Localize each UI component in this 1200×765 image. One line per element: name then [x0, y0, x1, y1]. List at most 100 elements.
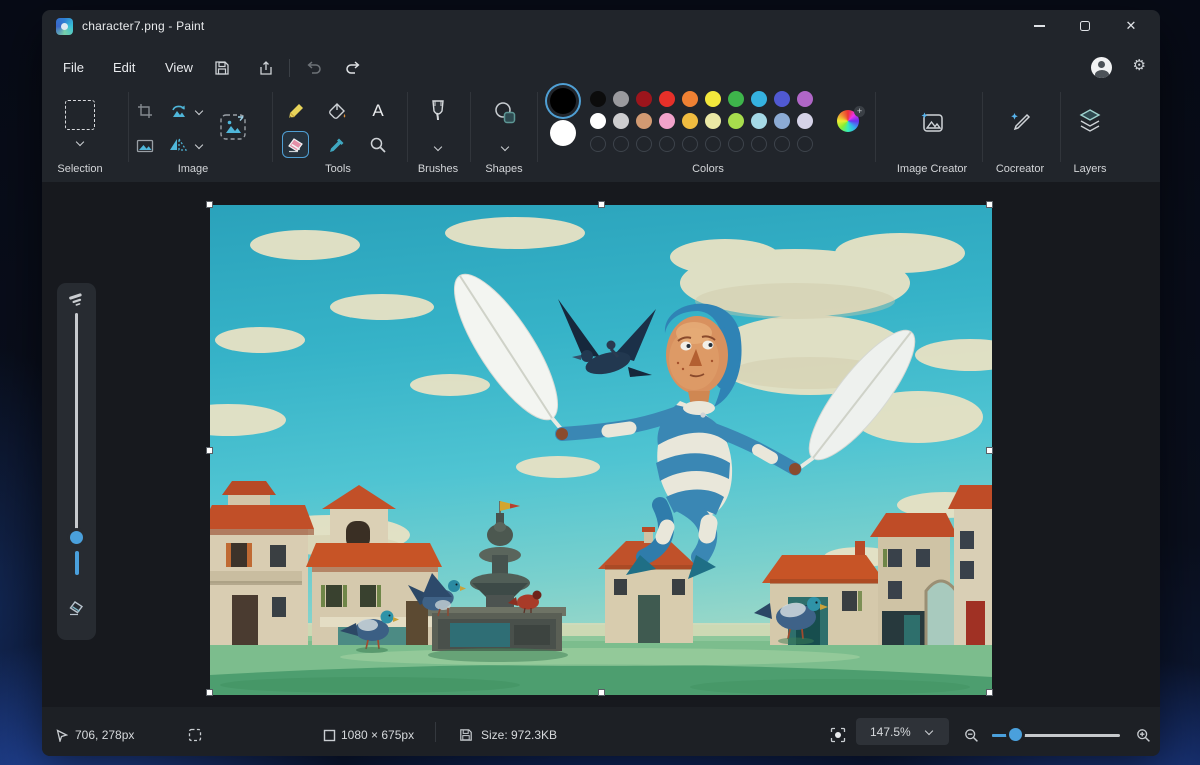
color-swatch[interactable]: [751, 91, 767, 107]
selection-handle[interactable]: [986, 689, 993, 696]
background-color-swatch[interactable]: [550, 120, 576, 146]
custom-color-slot[interactable]: [774, 136, 790, 152]
custom-color-slot[interactable]: [682, 136, 698, 152]
cocreator-button[interactable]: [1006, 109, 1034, 137]
color-swatch[interactable]: [590, 91, 606, 107]
custom-color-slot[interactable]: [613, 136, 629, 152]
minimize-button[interactable]: [1016, 10, 1062, 42]
shapes-button[interactable]: [492, 100, 518, 126]
selection-handle[interactable]: [206, 447, 213, 454]
selection-handle[interactable]: [206, 201, 213, 208]
menu-edit[interactable]: Edit: [100, 53, 148, 81]
group-label-layers: Layers: [1073, 163, 1107, 175]
undo-button[interactable]: [298, 54, 328, 82]
foreground-color-swatch[interactable]: [550, 88, 576, 114]
color-swatch[interactable]: [728, 113, 744, 129]
redo-button[interactable]: [338, 54, 368, 82]
shapes-dropdown-chevron-icon[interactable]: [500, 142, 510, 152]
add-color-plus-icon: +: [854, 106, 865, 117]
eraser-tool-selected[interactable]: [282, 131, 309, 158]
flip-dropdown-chevron-icon[interactable]: [194, 140, 204, 150]
menu-file[interactable]: File: [50, 53, 97, 81]
color-swatch[interactable]: [682, 91, 698, 107]
color-swatch[interactable]: [774, 113, 790, 129]
menu-view[interactable]: View: [152, 53, 206, 81]
size-slider-track[interactable]: [75, 313, 78, 533]
selection-handle[interactable]: [986, 447, 993, 454]
save-button[interactable]: [207, 54, 237, 82]
color-swatch[interactable]: [613, 91, 629, 107]
crop-icon: [138, 104, 152, 118]
layers-button[interactable]: [1076, 107, 1104, 135]
flip-button[interactable]: [167, 134, 189, 156]
remove-background-button[interactable]: [218, 112, 248, 142]
color-swatch[interactable]: [613, 113, 629, 129]
brushes-dropdown-chevron-icon[interactable]: [433, 142, 443, 152]
menubar: File Edit View ⚙: [42, 50, 1160, 86]
share-button[interactable]: [251, 54, 281, 82]
window-title: character7.png - Paint: [82, 19, 205, 33]
zoom-fit-icon[interactable]: [830, 727, 846, 743]
custom-color-slot[interactable]: [797, 136, 813, 152]
selection-handle[interactable]: [598, 201, 605, 208]
size-slider-thumb[interactable]: [70, 531, 83, 544]
color-swatch[interactable]: [705, 91, 721, 107]
pencil-tool[interactable]: [285, 100, 307, 122]
cursor-position: 706, 278px: [75, 728, 135, 742]
brushes-button[interactable]: [426, 99, 450, 129]
magnifier-tool[interactable]: [367, 134, 389, 156]
color-swatch[interactable]: [797, 91, 813, 107]
rotate-dropdown-chevron-icon[interactable]: [194, 106, 204, 116]
zoom-out-button[interactable]: [963, 727, 979, 743]
zoom-in-button[interactable]: [1135, 727, 1151, 743]
settings-gear-icon[interactable]: ⚙: [1133, 56, 1146, 74]
image-creator-button[interactable]: [918, 109, 946, 137]
zoom-dropdown-chevron-icon: [924, 726, 934, 736]
maximize-button[interactable]: [1062, 10, 1108, 42]
file-size-icon: [458, 727, 474, 743]
color-swatch[interactable]: [636, 113, 652, 129]
zoom-level-dropdown[interactable]: 147.5%: [856, 718, 949, 745]
flip-icon: [170, 136, 188, 151]
cursor-position-icon: [54, 727, 70, 743]
zoom-slider-thumb[interactable]: [1009, 728, 1022, 741]
custom-color-slot[interactable]: [705, 136, 721, 152]
fill-tool[interactable]: [326, 100, 348, 122]
crop-button[interactable]: [134, 100, 156, 122]
color-swatch[interactable]: [659, 91, 675, 107]
custom-color-slot[interactable]: [636, 136, 652, 152]
color-swatch[interactable]: [774, 91, 790, 107]
rotate-button[interactable]: [168, 100, 190, 122]
custom-color-slot[interactable]: [590, 136, 606, 152]
file-size: Size: 972.3KB: [481, 728, 558, 742]
group-label-selection: Selection: [57, 163, 103, 175]
eyedropper-tool[interactable]: [326, 134, 348, 156]
color-swatch[interactable]: [751, 113, 767, 129]
selection-handle[interactable]: [206, 689, 213, 696]
eraser-small-icon[interactable]: [67, 598, 86, 617]
color-swatch[interactable]: [659, 113, 675, 129]
custom-color-slot[interactable]: [659, 136, 675, 152]
account-avatar[interactable]: [1091, 57, 1112, 78]
minimize-icon: [1033, 25, 1045, 27]
color-swatch[interactable]: [728, 91, 744, 107]
selection-tool[interactable]: [65, 100, 95, 130]
save-icon: [215, 61, 229, 75]
resize-button[interactable]: [134, 134, 156, 156]
undo-icon: [306, 61, 321, 74]
text-tool[interactable]: A: [367, 100, 389, 122]
selection-handle[interactable]: [986, 201, 993, 208]
custom-color-slot[interactable]: [728, 136, 744, 152]
selection-handle[interactable]: [598, 689, 605, 696]
color-swatch[interactable]: [797, 113, 813, 129]
color-swatch[interactable]: [705, 113, 721, 129]
color-swatch[interactable]: [590, 113, 606, 129]
close-button[interactable]: ✕: [1108, 10, 1154, 42]
color-swatch[interactable]: [636, 91, 652, 107]
canvas-image[interactable]: [206, 201, 993, 696]
custom-color-slot[interactable]: [751, 136, 767, 152]
menubar-separator: [289, 59, 290, 77]
selection-dropdown-chevron-icon[interactable]: [75, 137, 85, 147]
color-swatch[interactable]: [682, 113, 698, 129]
paint-app-icon: [56, 18, 73, 35]
